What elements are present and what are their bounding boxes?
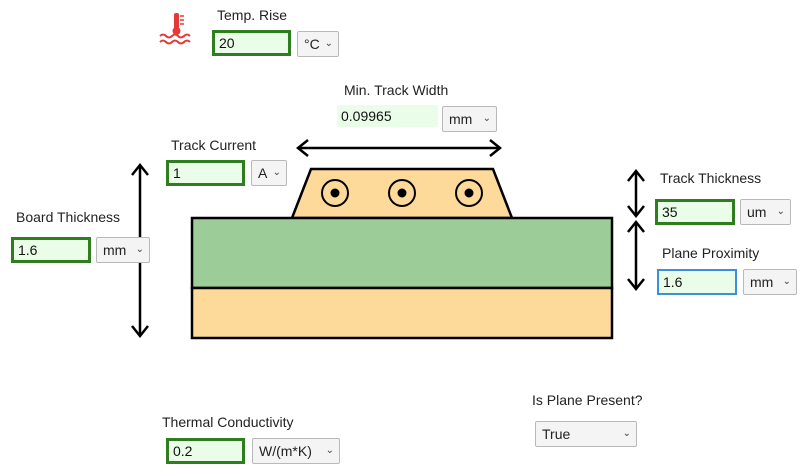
chevron-down-icon: ⌄: [272, 167, 281, 178]
thermal-conductivity-unit-select[interactable]: W/(m*K) ⌄: [252, 438, 340, 464]
min-track-width-unit-select[interactable]: mm ⌄: [442, 106, 497, 132]
chevron-down-icon: ⌄: [776, 206, 785, 217]
chevron-down-icon: ⌄: [782, 276, 791, 287]
min-track-width-unit-value: mm: [449, 111, 473, 127]
temp-rise-unit-value: °C: [304, 36, 320, 52]
temp-rise-input[interactable]: [212, 30, 291, 56]
plane-proximity-label: Plane Proximity: [662, 245, 760, 261]
plane-present-value: True: [542, 426, 571, 442]
board-thickness-label: Board Thickness: [16, 209, 121, 225]
board-thickness-unit-select[interactable]: mm ⌄: [96, 237, 150, 263]
min-track-width-output[interactable]: [337, 105, 438, 127]
min-track-width-label: Min. Track Width: [344, 82, 449, 98]
board-thickness-input[interactable]: [11, 237, 91, 263]
track-thickness-arrow: [627, 168, 645, 219]
board-thickness-unit-value: mm: [103, 242, 127, 258]
plane-proximity-input[interactable]: [657, 269, 737, 295]
chevron-down-icon: ⌄: [482, 113, 491, 124]
track-current-label: Track Current: [171, 137, 257, 153]
track-thickness-unit-value: um: [747, 204, 767, 220]
chevron-down-icon: ⌄: [325, 445, 334, 456]
dielectric-layer: [190, 216, 614, 290]
thermometer-heat-icon: [159, 13, 191, 45]
plane-proximity-arrow: [627, 219, 645, 292]
track-thickness-input[interactable]: [655, 199, 735, 225]
track-thickness-label: Track Thickness: [660, 170, 762, 186]
thermal-conductivity-label: Thermal Conductivity: [162, 414, 294, 430]
track-current-input[interactable]: [166, 160, 245, 186]
plane-present-label: Is Plane Present?: [532, 392, 643, 408]
thermal-conductivity-unit-value: W/(m*K): [259, 443, 312, 459]
temp-rise-label: Temp. Rise: [217, 7, 288, 23]
track-current-unit-value: A: [258, 165, 268, 181]
plane-present-select[interactable]: True ⌄: [535, 421, 637, 447]
chevron-down-icon: ⌄: [135, 244, 144, 255]
thermal-conductivity-input[interactable]: [166, 438, 245, 464]
chevron-down-icon: ⌄: [324, 38, 333, 49]
track-thickness-unit-select[interactable]: um ⌄: [740, 199, 791, 225]
chevron-down-icon: ⌄: [622, 428, 631, 439]
temp-rise-unit-select[interactable]: °C ⌄: [297, 31, 339, 57]
track-current-unit-select[interactable]: A ⌄: [251, 160, 287, 186]
plane-proximity-unit-select[interactable]: mm ⌄: [743, 269, 797, 295]
plane-layer: [190, 286, 614, 340]
plane-proximity-unit-value: mm: [750, 274, 774, 290]
track-width-arrow: [295, 139, 503, 157]
